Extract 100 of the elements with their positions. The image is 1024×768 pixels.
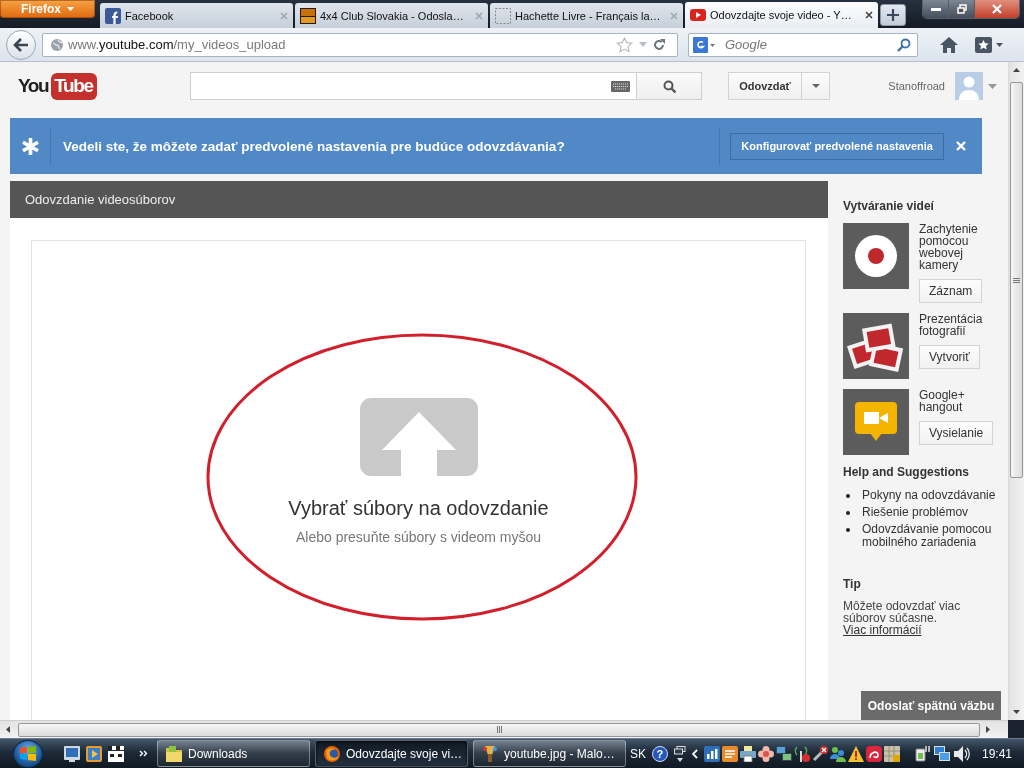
swirl-icon[interactable] <box>865 745 882 762</box>
scrollbar-thumb[interactable] <box>1010 82 1023 478</box>
keyboard-icon[interactable] <box>611 80 630 92</box>
arrow-down-icon[interactable] <box>1013 710 1020 714</box>
document-icon[interactable] <box>721 745 738 762</box>
feedback-button[interactable]: Odoslať spätnú väzbu <box>861 691 1001 720</box>
monitors-icon[interactable] <box>775 745 792 762</box>
calendar-icon[interactable] <box>883 745 900 762</box>
bullet-icon <box>846 494 850 498</box>
help-button[interactable]: ? <box>651 745 668 762</box>
vertical-scrollbar[interactable] <box>1008 62 1024 720</box>
minimize-button[interactable] <box>923 0 949 18</box>
search-button[interactable] <box>637 72 702 100</box>
search-engine-icon[interactable] <box>693 36 715 53</box>
search-icon[interactable] <box>897 37 911 52</box>
horizontal-scrollbar[interactable] <box>0 720 1008 738</box>
drag-hint: Alebo presuňte súbory s videom myšou <box>295 529 542 546</box>
star-icon[interactable] <box>616 36 633 53</box>
browser-tab[interactable]: Facebook <box>100 3 293 28</box>
bookmark-star-icon[interactable] <box>975 36 1003 53</box>
section-title: Tip <box>843 577 862 591</box>
brush-icon <box>482 745 498 762</box>
scrollbar-thumb[interactable] <box>18 722 980 737</box>
configure-defaults-button[interactable]: Konfigurovať predvolené nastavenia <box>730 132 944 160</box>
url-text: www.youtube.com/my_videos_upload <box>68 37 286 52</box>
speaker-icon[interactable] <box>953 745 970 762</box>
taskbar-button[interactable]: Downloads <box>157 740 310 767</box>
help-link[interactable]: Odovzdávanie pomocou mobilného zariadenia <box>862 523 1005 549</box>
help-link[interactable]: Riešenie problémov <box>862 506 969 519</box>
power-plug-icon[interactable] <box>913 745 930 762</box>
minimize-icon <box>930 7 941 11</box>
clock[interactable]: 19:41 <box>981 746 1012 761</box>
globe-icon <box>51 38 63 51</box>
create-button[interactable]: Záznam <box>919 279 983 303</box>
globe-icon <box>324 745 340 762</box>
record-icon[interactable] <box>843 223 909 289</box>
address-field[interactable]: www.youtube.com/my_videos_upload <box>42 32 678 57</box>
arrow-left-icon <box>13 37 29 52</box>
back-button[interactable] <box>6 29 36 60</box>
tools-icon[interactable] <box>811 745 828 762</box>
photo-thumbnail-icon <box>300 7 316 24</box>
section-title: Vytváranie videí <box>843 199 935 213</box>
drop-zone[interactable]: Vybrať súbory na odovzdanie Alebo presuňte súbory s videom myšou <box>31 240 806 720</box>
flag-icon <box>20 746 36 761</box>
chart-icon[interactable] <box>703 745 720 762</box>
create-option-label: Zachytenie pomocou webovej kamery <box>919 223 979 271</box>
arrow-up-icon[interactable] <box>1013 68 1020 72</box>
create-option-label: Google+ hangout <box>919 389 966 413</box>
create-button[interactable]: Vysielanie <box>919 421 994 445</box>
blank-page-icon <box>495 7 511 24</box>
tip-text: Môžete odovzdať viac súborov súčasne. Viac informácií <box>843 600 962 636</box>
language-indicator[interactable]: SK <box>629 746 646 761</box>
caret-icon <box>67 7 74 11</box>
double-chevron-icon[interactable] <box>139 750 148 757</box>
video-bubble-icon[interactable] <box>843 389 909 455</box>
printer-icon[interactable] <box>739 745 756 762</box>
search-field[interactable]: Google <box>688 32 918 57</box>
browser-tab[interactable]: 4x4 Club Slovakia - Odosla… <box>295 3 488 28</box>
search-icon <box>662 79 676 93</box>
logo-tile-icon <box>105 7 121 24</box>
upload-button[interactable]: Odovzdať <box>728 72 802 100</box>
browser-tab[interactable]: Hachette Livre - Français la… <box>490 3 683 28</box>
create-button[interactable]: Vytvoriť <box>919 345 980 369</box>
close-icon[interactable] <box>865 11 873 19</box>
video-search-field[interactable] <box>190 72 637 100</box>
screens-icon[interactable] <box>933 745 950 762</box>
chevron-left-icon[interactable] <box>691 748 698 759</box>
antenna-icon[interactable] <box>793 745 810 762</box>
restore-icon <box>956 4 967 14</box>
browser-tab[interactable]: Odovzdajte svoje video - Y… <box>685 2 878 28</box>
panel-title: Odovzdanie videosúborov <box>10 181 828 218</box>
screen-icon[interactable] <box>64 745 80 762</box>
photos-icon[interactable] <box>843 313 909 379</box>
people-icon[interactable] <box>829 745 846 762</box>
reload-icon[interactable] <box>653 38 665 51</box>
close-window-button[interactable] <box>975 0 1019 18</box>
create-option-label: Prezentácia fotografií <box>919 313 984 337</box>
clapperboard-icon[interactable] <box>108 745 124 762</box>
caret-icon <box>811 84 820 88</box>
arrow-left-icon[interactable] <box>6 726 10 733</box>
arrow-right-icon[interactable] <box>986 726 990 733</box>
warning-icon[interactable] <box>847 745 864 762</box>
close-icon <box>992 4 1002 14</box>
caret-icon[interactable] <box>988 83 997 89</box>
taskbar-button[interactable]: youtube.jpg - Malo… <box>473 740 626 767</box>
section-title: Help and Suggestions <box>843 465 970 479</box>
new-tab-button[interactable] <box>880 4 906 26</box>
home-icon[interactable] <box>940 36 958 53</box>
flower-icon[interactable] <box>757 745 774 762</box>
banner-message: Vedeli ste, že môžete zadať predvolené nastavenia pre budúce odovzdávania? <box>63 138 566 154</box>
select-files-link[interactable]: Vybrať súbory na odovzdanie <box>288 496 549 520</box>
start-button[interactable] <box>13 739 43 768</box>
help-link[interactable]: Pokyny na odovzdávanie <box>862 489 996 502</box>
windows-stack-icon[interactable] <box>673 745 686 762</box>
restore-button[interactable] <box>949 0 975 18</box>
user-name[interactable]: Stanoffroad <box>888 80 945 92</box>
more-info-link[interactable]: Viac informácií <box>843 623 922 637</box>
play-icon[interactable] <box>86 745 102 762</box>
taskbar-button[interactable]: Odovzdajte svoje vi… <box>315 740 468 767</box>
bullet-icon <box>846 528 850 532</box>
